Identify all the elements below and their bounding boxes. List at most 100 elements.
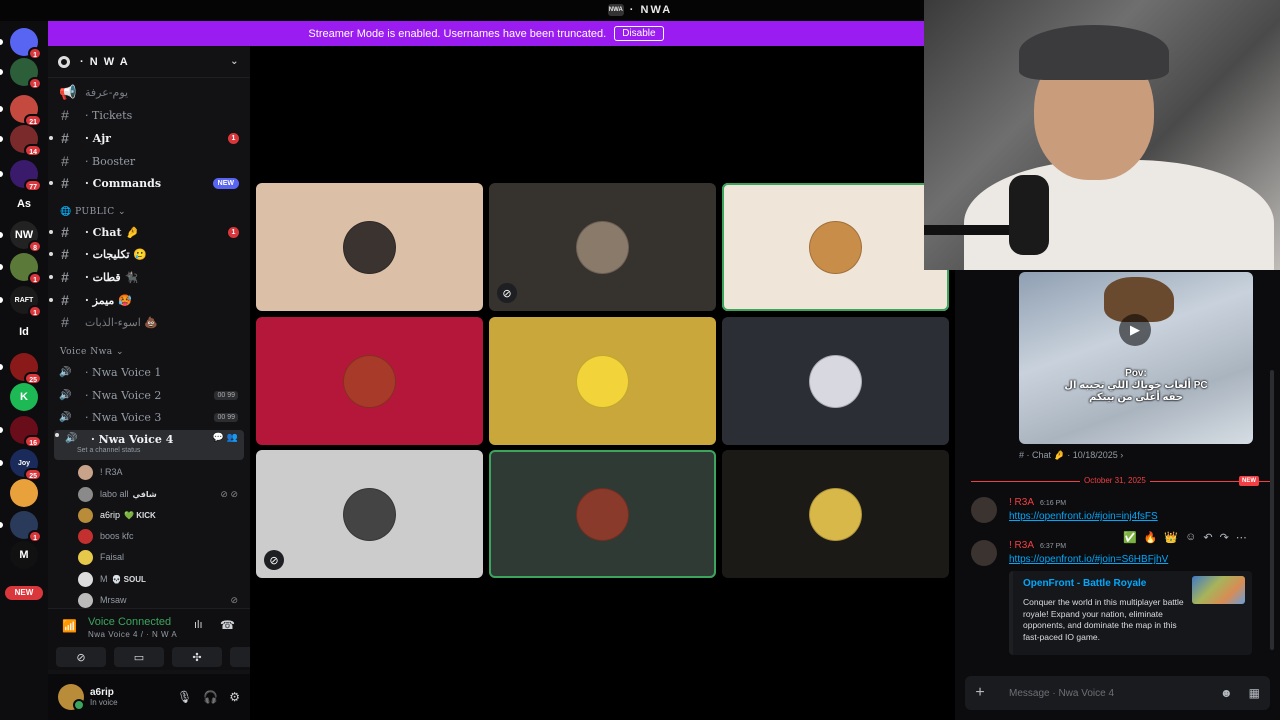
participant-tile[interactable] (722, 450, 949, 578)
forward-meta[interactable]: # · Chat 🤌 · 10/18/2025 › (1019, 450, 1123, 461)
globe-icon: 🌐 (60, 207, 72, 217)
server-icon[interactable]: Id (10, 318, 38, 346)
emoji-icon[interactable]: ☻ (1220, 686, 1233, 700)
voice-member[interactable]: Faisal (78, 548, 248, 566)
chat-icon[interactable]: 💬 👥 (212, 433, 238, 443)
server-icon[interactable]: 21 (10, 95, 42, 127)
channel-item[interactable]: 📢 يوم-عرفة (48, 82, 250, 102)
new-servers-pill[interactable]: NEW (5, 586, 43, 600)
channel-item[interactable]: # · Ajr 1 (48, 128, 250, 148)
headphones-icon[interactable]: 🎧 (203, 690, 218, 704)
server-icon[interactable]: 16 (10, 416, 42, 448)
server-icon[interactable]: 77 (10, 160, 42, 192)
channel-item[interactable]: # اسوء-الذبات 💩 (48, 312, 250, 332)
crown-reaction-icon[interactable]: 👑 (1164, 531, 1178, 544)
microphone-icon[interactable]: 🎙 (177, 690, 192, 704)
message-link[interactable]: https://openfront.io/#join=S6HBFjhV (1009, 554, 1168, 565)
chat-scrollbar[interactable] (1270, 370, 1274, 650)
channel-name: اسوء-الذبات 💩 (85, 315, 158, 329)
voice-connection-panel: 📶 Voice Connected Nwa Voice 4 / · N W A … (48, 608, 280, 670)
apps-icon[interactable]: ▦ (1249, 686, 1260, 700)
voice-member[interactable]: ! R3A (78, 463, 248, 481)
server-icon[interactable]: 14 (10, 125, 42, 157)
server-icon[interactable]: 1 (10, 58, 42, 90)
participant-tile[interactable] (722, 183, 949, 311)
channel-item[interactable]: # · Commands NEW (48, 173, 250, 193)
channel-item[interactable]: 🔊 · Nwa Voice 3 00 99 (48, 407, 250, 427)
server-icon[interactable]: As (10, 190, 38, 218)
server-icon[interactable]: Joy 25 (10, 449, 42, 481)
more-icon[interactable]: ⋯ (1236, 531, 1247, 544)
channel-item[interactable]: # · Booster (48, 151, 250, 171)
server-icon[interactable]: M (10, 541, 38, 569)
screen-share-button[interactable]: ▭ (114, 647, 164, 667)
server-icon[interactable]: RAFT 1 (10, 286, 42, 318)
embed-title[interactable]: OpenFront - Battle Royale (1023, 578, 1146, 589)
channel-name: · Nwa Voice 1 (85, 365, 162, 379)
server-icon[interactable]: 1 (10, 253, 42, 285)
forward-icon[interactable]: ↷ (1220, 531, 1229, 544)
participant-tile[interactable] (256, 183, 483, 311)
voice-member[interactable]: labo all شافي ⊘ ⊘ (78, 485, 248, 503)
message-author[interactable]: ! R3A 6:16 PM (1009, 497, 1066, 508)
category-voice[interactable]: Voice Nwa ⌄ (60, 347, 124, 357)
camera-toggle-button[interactable]: ⊘ (56, 647, 106, 667)
message-input[interactable]: + Message · Nwa Voice 4 ☻ ▦ (965, 676, 1270, 710)
disconnect-icon[interactable]: ☎ (220, 618, 235, 632)
avatar[interactable] (58, 684, 85, 711)
channel-item[interactable]: 🔊 · Nwa Voice 2 00 99 (48, 385, 250, 405)
user-count: 00 99 (214, 412, 238, 422)
discord-icon[interactable]: 1 (10, 28, 42, 60)
plus-icon[interactable]: + (965, 684, 995, 702)
play-icon[interactable]: ▶ (1119, 314, 1151, 346)
avatar[interactable] (971, 497, 997, 523)
fire-reaction-icon[interactable]: 🔥 (1144, 531, 1158, 544)
noise-suppression-icon[interactable]: ılı (194, 619, 203, 631)
server-header[interactable]: · N W A ⌄ (48, 46, 250, 78)
participant-tile[interactable] (489, 317, 716, 445)
unread-dot (49, 252, 53, 256)
channel-item[interactable]: # · قطات 🐈‍⬛ (48, 267, 250, 287)
voice-member[interactable]: a6rip 💚 KICK (78, 506, 248, 524)
channel-item[interactable]: # · Tickets (48, 105, 250, 125)
server-icon[interactable]: NW 8 (10, 221, 42, 253)
participant-tile[interactable] (256, 317, 483, 445)
channel-status[interactable]: Set a channel status (77, 447, 140, 454)
server-icon[interactable] (10, 479, 38, 507)
message-link[interactable]: https://openfront.io/#join=inj4fsFS (1009, 511, 1158, 522)
channel-item[interactable]: # · تكليجات 🥲 (48, 244, 250, 264)
voice-channel-path[interactable]: Nwa Voice 4 / · N W A (88, 630, 177, 639)
avatar[interactable] (971, 540, 997, 566)
voice-member[interactable]: boos kfc (78, 527, 248, 545)
channel-name: · Nwa Voice 2 (85, 388, 162, 402)
server-icon[interactable]: K (10, 383, 38, 411)
gear-icon[interactable]: ⚙ (229, 690, 240, 704)
reply-icon[interactable]: ↶ (1203, 531, 1212, 544)
embed-thumbnail[interactable] (1192, 576, 1245, 604)
activities-button[interactable]: ✣ (172, 647, 222, 667)
chevron-down-icon[interactable]: ⌄ (230, 56, 240, 67)
voice-member[interactable]: M 💀 SOUL (78, 570, 248, 588)
avatar (78, 486, 93, 502)
add-reaction-icon[interactable]: ☺ (1185, 531, 1196, 544)
participant-tile[interactable]: ⊘ (489, 183, 716, 311)
message-author[interactable]: ! R3A 6:37 PM (1009, 540, 1066, 551)
member-name: Mrsaw (100, 595, 127, 605)
server-icon[interactable]: 1 (10, 511, 42, 543)
category-public[interactable]: 🌐 PUBLIC ⌄ (60, 207, 126, 217)
disable-streamer-mode-button[interactable]: Disable (614, 26, 664, 41)
channel-item[interactable]: # · ميمز 🥵 (48, 290, 250, 310)
voice-member[interactable]: Mrsaw ⊘ (78, 591, 248, 609)
participant-tile[interactable]: ⊘ (256, 450, 483, 578)
webcam-person-cap (1019, 25, 1169, 80)
check-reaction-icon[interactable]: ✅ (1123, 531, 1137, 544)
participant-tile[interactable] (722, 317, 949, 445)
voice-status[interactable]: Voice Connected (88, 616, 171, 628)
channel-item[interactable]: 🔊 · Nwa Voice 1 (48, 362, 250, 382)
channel-item[interactable]: 🔊 · Nwa Voice 4 Set a channel status 💬 👥 (54, 430, 244, 460)
channel-item[interactable]: # · Chat 🤌 1 (48, 222, 250, 242)
video-attachment[interactable]: ▶ Pov: ألعاب خوياك اللي تجيبه ال PC حقه أغ… (1019, 272, 1253, 444)
participant-tile[interactable] (489, 450, 716, 578)
server-icon[interactable]: 25 (10, 353, 42, 385)
speaker-icon: 🔊 (59, 366, 72, 378)
